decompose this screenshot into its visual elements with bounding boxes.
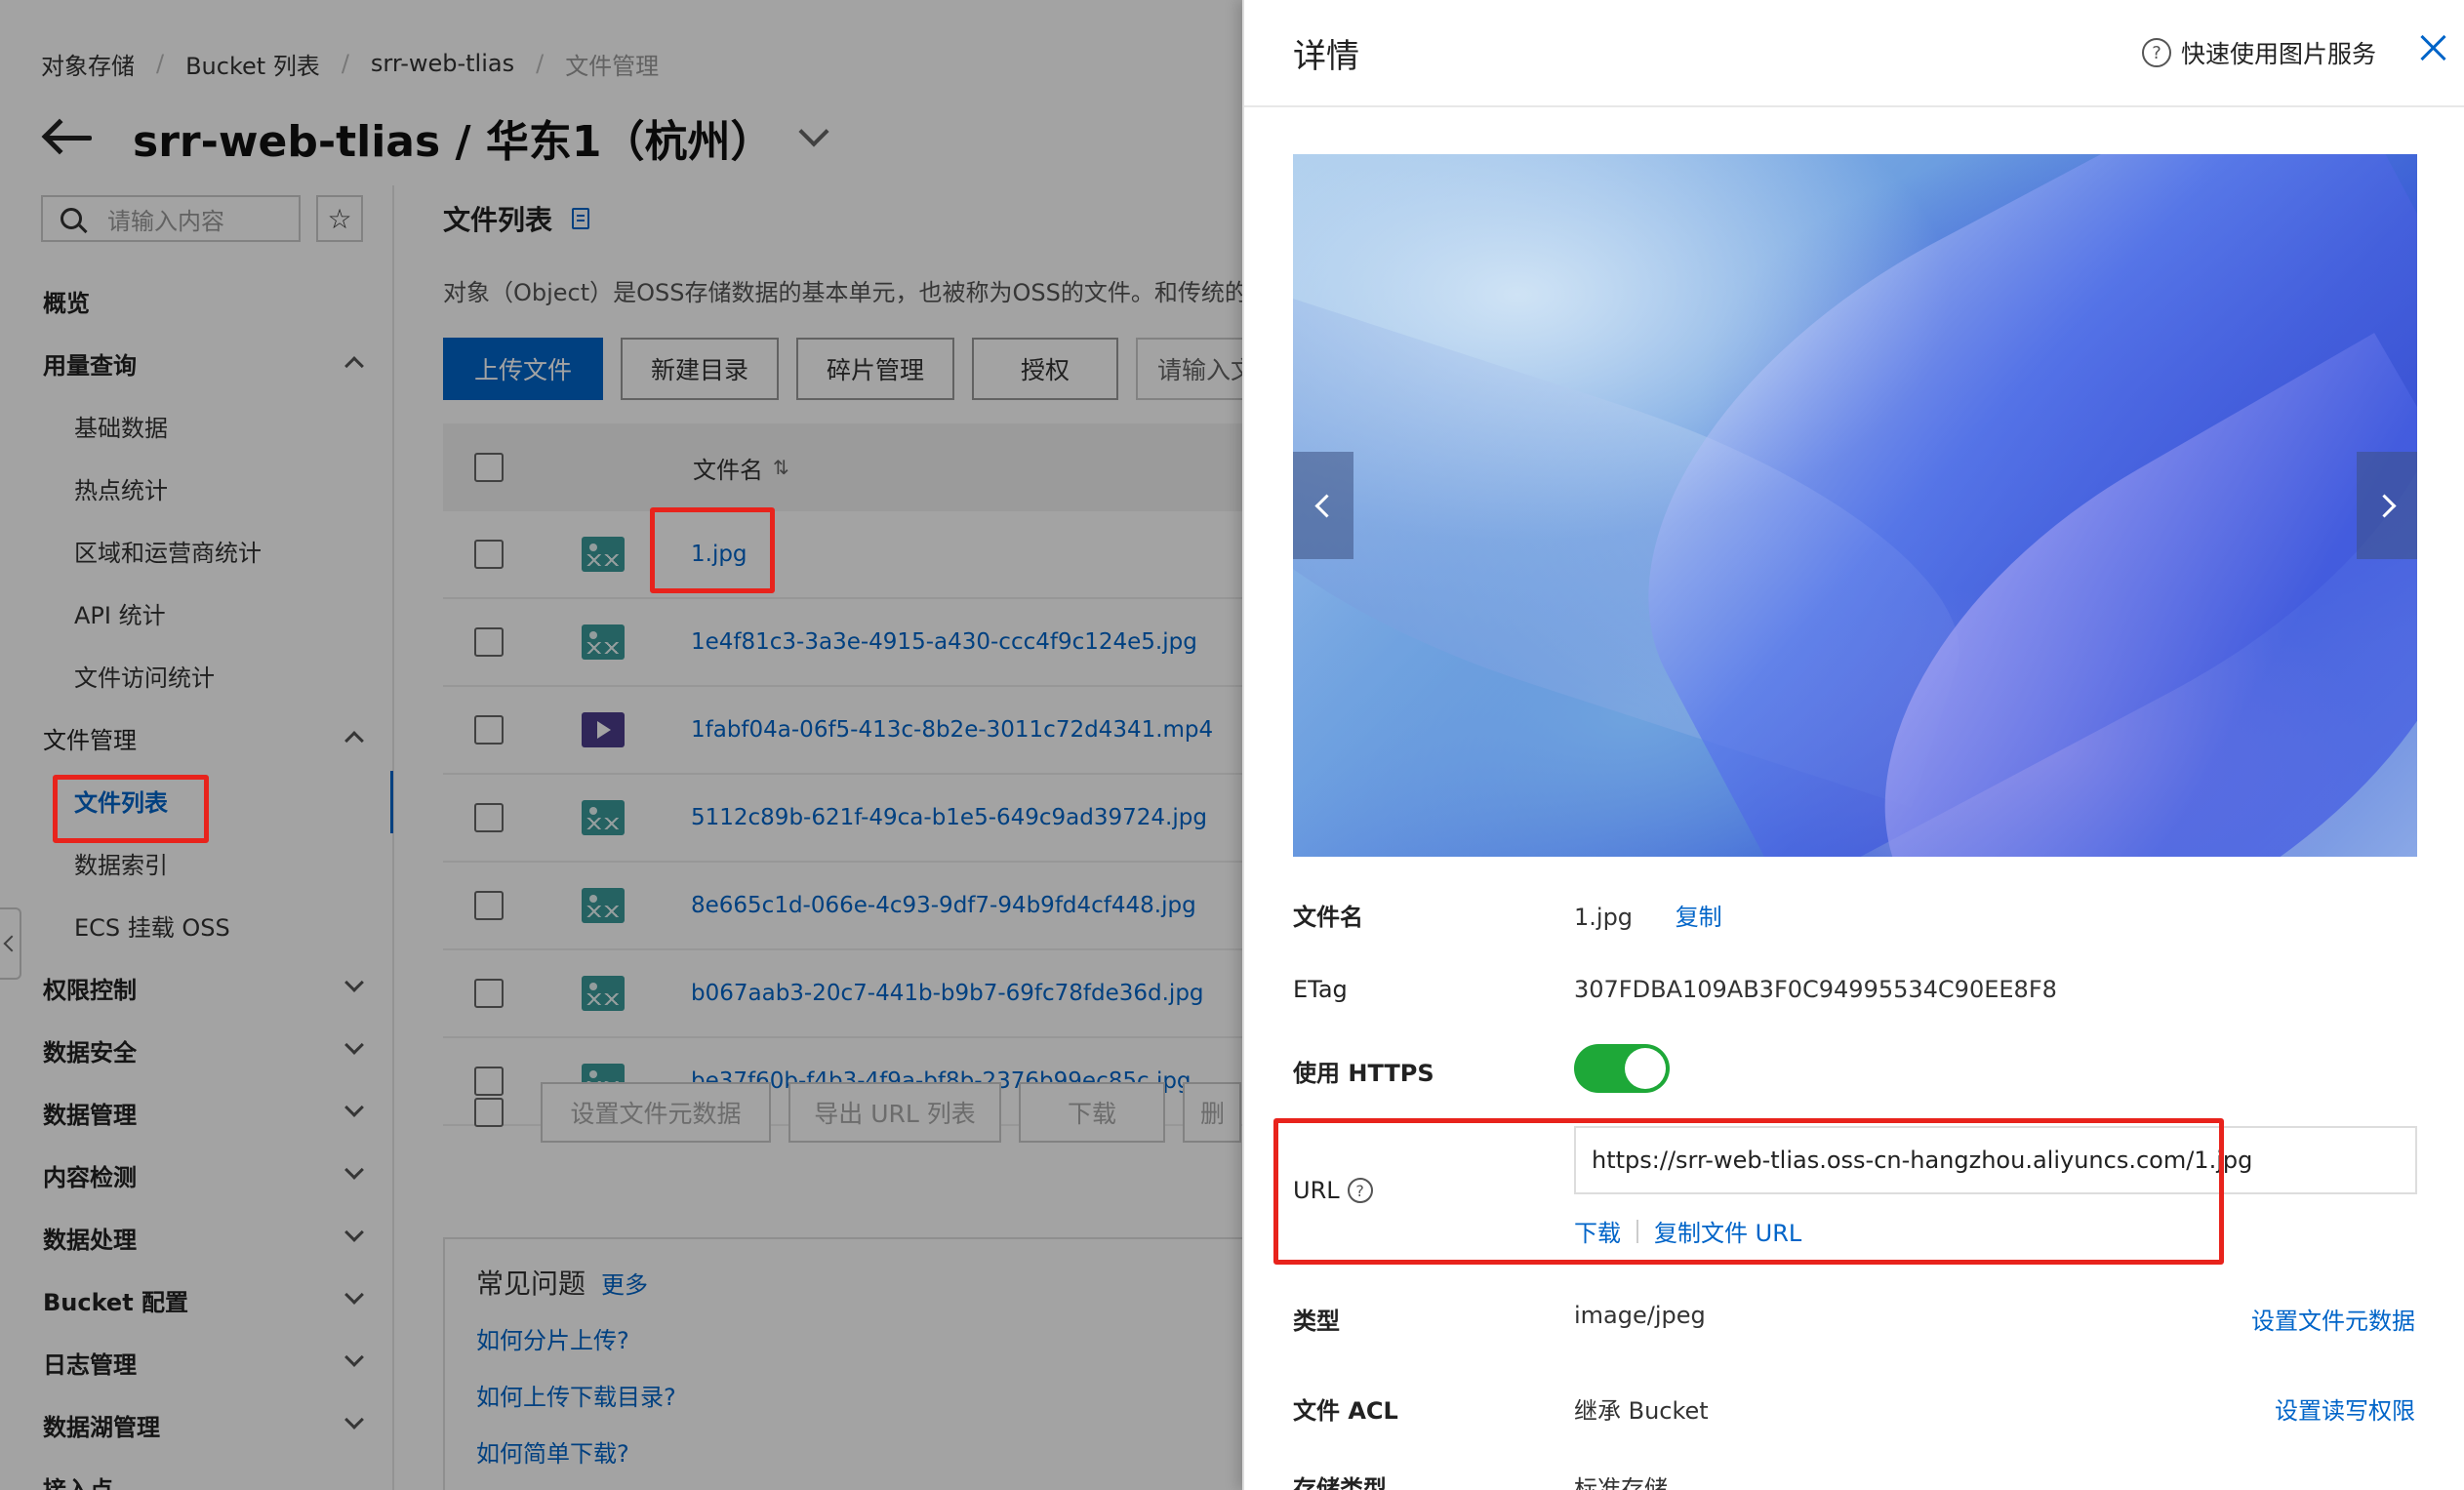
- highlight-box-file-name: [650, 507, 775, 593]
- type-label: 类型: [1293, 1308, 1340, 1335]
- https-label: 使用 HTTPS: [1293, 1060, 1434, 1087]
- detail-drawer: 详情 ? 快速使用图片服务 文件名 1.jpg 复制 ETag 307FDBA1…: [1242, 0, 2464, 1490]
- set-metadata-link[interactable]: 设置文件元数据: [2251, 1302, 2415, 1336]
- copy-filename-link[interactable]: 复制: [1676, 904, 1722, 931]
- acl-label: 文件 ACL: [1293, 1397, 1398, 1425]
- filename-label: 文件名: [1293, 904, 1363, 931]
- next-arrow-icon[interactable]: [2357, 452, 2417, 559]
- close-icon[interactable]: [2417, 31, 2450, 64]
- modal-overlay[interactable]: [0, 0, 1242, 1490]
- storage-class-value: 标准存储: [1574, 1475, 1668, 1490]
- etag-label: ETag: [1293, 976, 1348, 1003]
- highlight-box-url: [1273, 1118, 2224, 1265]
- quick-image-service-link[interactable]: ? 快速使用图片服务: [2142, 35, 2376, 70]
- https-toggle[interactable]: [1574, 1044, 1670, 1093]
- set-acl-link[interactable]: 设置读写权限: [2275, 1391, 2415, 1426]
- etag-value: 307FDBA109AB3F0C94995534C90EE8F8: [1574, 976, 2057, 1003]
- filename-value: 1.jpg 复制: [1574, 904, 1722, 931]
- drawer-header: 详情 ? 快速使用图片服务: [1244, 0, 2464, 107]
- image-preview: [1293, 154, 2417, 857]
- type-value: image/jpeg: [1574, 1302, 1706, 1329]
- page: 对象存储 / Bucket 列表 / srr-web-tlias / 文件管理 …: [0, 0, 2464, 1490]
- highlight-box-file-list: [53, 775, 209, 843]
- storage-class-label: 存储类型: [1293, 1475, 1387, 1490]
- drawer-title: 详情: [1293, 37, 1359, 76]
- acl-value: 继承 Bucket: [1574, 1397, 1709, 1425]
- oss-console-page: 对象存储 / Bucket 列表 / srr-web-tlias / 文件管理 …: [0, 0, 1242, 1490]
- previous-arrow-icon[interactable]: [1293, 452, 1353, 559]
- help-icon: ?: [2142, 38, 2171, 67]
